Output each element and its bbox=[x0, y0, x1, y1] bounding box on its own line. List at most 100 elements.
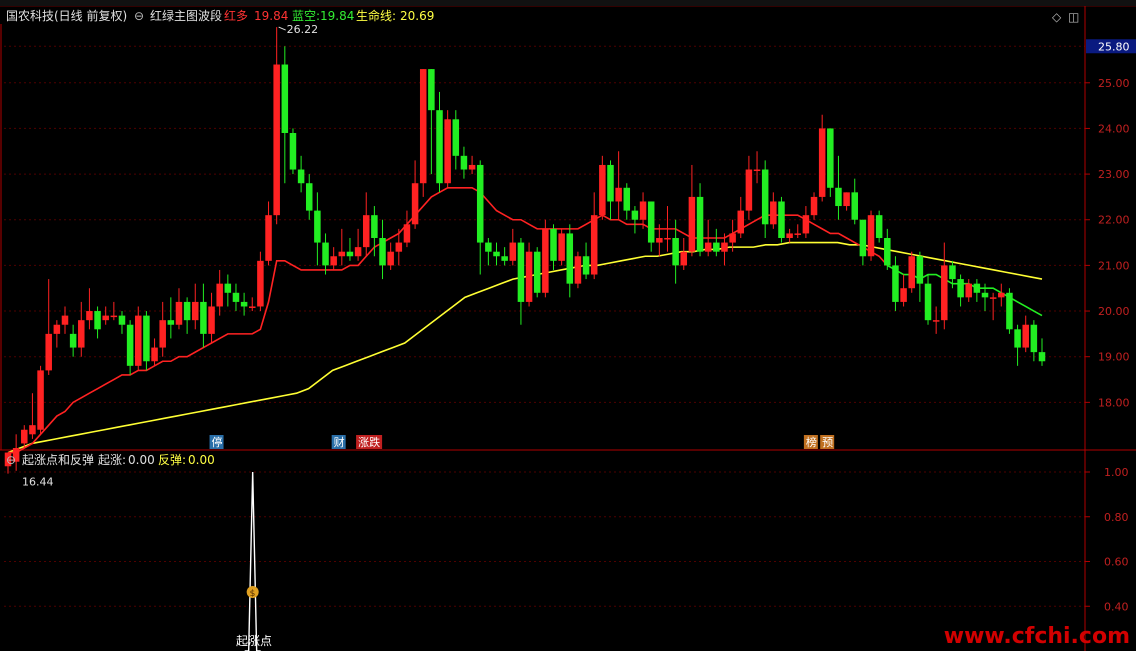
candle bbox=[379, 219, 386, 280]
candle-body bbox=[574, 256, 582, 284]
candle-body bbox=[1006, 292, 1013, 330]
candle-body bbox=[501, 256, 508, 261]
window-toggle-icon[interactable]: ◫ bbox=[1068, 10, 1079, 24]
candle-body bbox=[900, 288, 907, 302]
candle bbox=[265, 201, 272, 266]
candle-body bbox=[468, 164, 476, 170]
candle-body bbox=[94, 311, 101, 330]
candle-body bbox=[623, 187, 631, 211]
candle-body bbox=[761, 169, 769, 225]
candle-body bbox=[810, 196, 818, 216]
candle-body bbox=[395, 242, 403, 252]
candle-body bbox=[322, 242, 329, 266]
candle-body bbox=[867, 215, 875, 257]
candle bbox=[647, 201, 655, 252]
candle bbox=[867, 210, 875, 261]
price-tick-label: 19.00 bbox=[1098, 351, 1130, 364]
candle bbox=[884, 228, 891, 270]
candle-body bbox=[542, 228, 549, 293]
rise-point-label: 起涨点 bbox=[236, 634, 273, 648]
candle bbox=[941, 242, 948, 330]
candle bbox=[428, 69, 435, 175]
rebound-value: 0.00 bbox=[188, 453, 215, 467]
candle-body bbox=[305, 183, 313, 211]
life-line-value: 20.69 bbox=[400, 9, 435, 23]
candle-body bbox=[704, 242, 712, 252]
candle-body bbox=[558, 233, 565, 261]
candle bbox=[110, 301, 118, 321]
candle bbox=[501, 247, 508, 266]
sub-indicator-options-icon[interactable]: ⊖ bbox=[6, 453, 16, 467]
candle-body bbox=[387, 251, 394, 266]
candle bbox=[143, 311, 150, 371]
candle-body bbox=[631, 210, 639, 220]
candle-body bbox=[615, 187, 622, 202]
candle bbox=[818, 114, 826, 202]
candle bbox=[1038, 338, 1046, 366]
candle-body bbox=[998, 292, 1005, 298]
candle bbox=[21, 425, 28, 448]
candle bbox=[810, 192, 818, 220]
candle-body bbox=[745, 169, 753, 211]
watermark: www.cfchi.com bbox=[943, 624, 1130, 649]
candle-body bbox=[884, 238, 891, 266]
diamond-icon[interactable]: ◇ bbox=[1052, 10, 1061, 24]
candle bbox=[61, 306, 69, 334]
candle-body bbox=[1014, 329, 1021, 348]
candle-body bbox=[78, 320, 85, 348]
candle-body bbox=[875, 215, 883, 238]
candle bbox=[476, 160, 484, 275]
candle-body bbox=[851, 192, 858, 220]
candle-body bbox=[770, 201, 777, 225]
candle bbox=[69, 324, 77, 357]
candle bbox=[696, 183, 704, 257]
candle bbox=[688, 164, 696, 257]
money-bag-symbol: $ bbox=[250, 589, 256, 599]
indicator-name[interactable]: 红绿主图波段 bbox=[150, 9, 222, 23]
candle-body bbox=[485, 242, 492, 252]
candle-body bbox=[647, 201, 655, 243]
sub-tick-label: 0.40 bbox=[1104, 600, 1129, 613]
life-line-label: 生命线: bbox=[356, 9, 397, 23]
candle-body bbox=[737, 210, 745, 234]
candle bbox=[550, 224, 557, 270]
candle bbox=[542, 219, 549, 298]
price-tick-label: 18.00 bbox=[1098, 396, 1130, 409]
candle-body bbox=[599, 164, 606, 216]
candle bbox=[859, 219, 867, 266]
candle-body bbox=[656, 238, 663, 243]
sub-indicator-name[interactable]: 起涨点和反弹 bbox=[22, 453, 94, 467]
candle bbox=[452, 110, 460, 170]
candle-body bbox=[1022, 324, 1029, 348]
candle-body bbox=[582, 256, 590, 275]
candle bbox=[346, 238, 354, 261]
stock-title[interactable]: 国农科技(日线 前复权) bbox=[6, 9, 127, 23]
candle-body bbox=[273, 64, 280, 216]
kline-chart[interactable]: 18.00 19.00 20.00 21.00 22.00 23.00 24.00 25.00… bbox=[0, 0, 1136, 651]
candle bbox=[419, 69, 427, 197]
candle bbox=[1006, 288, 1013, 334]
candle bbox=[737, 196, 745, 238]
indicator-options-icon[interactable]: ⊖ bbox=[134, 9, 144, 23]
candle-body bbox=[200, 301, 207, 334]
sub-tick-label: 0.80 bbox=[1104, 511, 1129, 524]
candle bbox=[794, 224, 802, 238]
candle-body bbox=[29, 425, 36, 435]
candle-body bbox=[53, 324, 61, 334]
candle-body bbox=[973, 283, 981, 293]
candle bbox=[713, 228, 720, 257]
candle bbox=[460, 146, 468, 179]
candle bbox=[827, 128, 834, 197]
candle bbox=[753, 151, 761, 184]
candle-body bbox=[297, 169, 305, 184]
candle bbox=[216, 269, 223, 316]
candle-body bbox=[248, 306, 256, 308]
price-tick-label: 21.00 bbox=[1098, 259, 1130, 272]
candle-body bbox=[639, 201, 647, 220]
candle-body bbox=[45, 333, 52, 371]
candle bbox=[533, 247, 541, 298]
candle bbox=[973, 279, 981, 302]
candle-body bbox=[183, 301, 191, 321]
candle-body bbox=[126, 324, 134, 366]
candle-body bbox=[957, 279, 964, 298]
